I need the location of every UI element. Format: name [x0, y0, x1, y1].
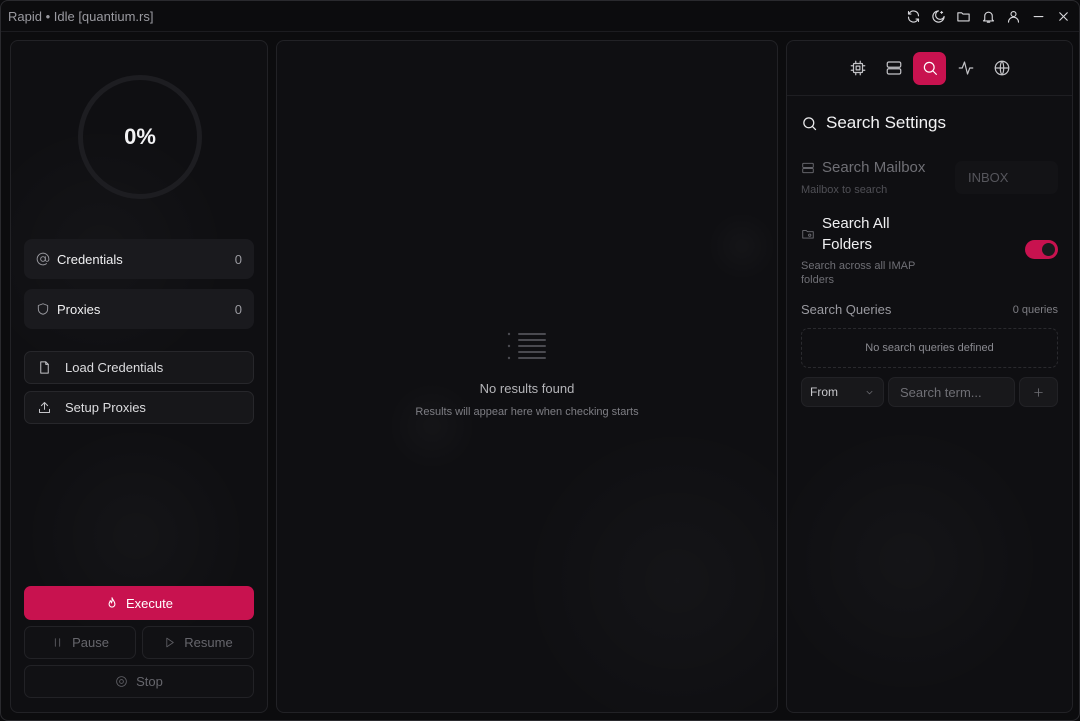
- search-all-folders-title: Search All Folders: [801, 213, 890, 255]
- refresh-icon[interactable]: [904, 7, 923, 26]
- execute-button[interactable]: Execute: [24, 586, 254, 620]
- play-icon: [166, 637, 175, 648]
- stop-button[interactable]: Stop: [24, 665, 254, 698]
- no-queries-placeholder: No search queries defined: [801, 328, 1058, 368]
- empty-title: No results found: [479, 381, 575, 396]
- background-blob: [517, 421, 777, 712]
- load-credentials-button[interactable]: Load Credentials: [24, 351, 254, 384]
- stop-circle-icon: [116, 676, 127, 687]
- search-all-folders-desc-1: Search across all IMAP: [801, 260, 916, 272]
- search-queries-header: Search Queries 0 queries: [801, 302, 1058, 317]
- credentials-stat: Credentials 0: [24, 239, 254, 279]
- proxies-stat: Proxies 0: [24, 289, 254, 329]
- toggle-knob: [1042, 243, 1055, 256]
- search-all-folders-label-2: Folders: [822, 236, 873, 253]
- resume-button[interactable]: Resume: [142, 626, 254, 659]
- tab-server[interactable]: [877, 52, 910, 85]
- pause-label: Pause: [72, 635, 109, 650]
- folder-icon[interactable]: [954, 7, 973, 26]
- window-title: Rapid • Idle [quantium.rs]: [8, 9, 154, 24]
- chevron-down-icon: [866, 390, 873, 394]
- search-all-folders-toggle[interactable]: [1025, 240, 1058, 259]
- results-panel: No results found Results will appear her…: [276, 40, 778, 713]
- pause-icon: [54, 638, 61, 647]
- settings-heading-label: Search Settings: [826, 113, 947, 132]
- bell-icon[interactable]: [979, 7, 998, 26]
- setup-proxies-button[interactable]: Setup Proxies: [24, 391, 254, 424]
- file-icon: [37, 360, 53, 376]
- empty-state: No results found Results will appear her…: [277, 331, 777, 418]
- flame-icon: [108, 597, 116, 608]
- server-icon: [802, 162, 814, 173]
- background-blob: [707, 211, 777, 281]
- add-query-button[interactable]: [1019, 377, 1058, 407]
- load-credentials-label: Load Credentials: [65, 360, 164, 375]
- execute-label: Execute: [126, 595, 173, 611]
- upload-icon: [37, 400, 53, 416]
- resume-label: Resume: [184, 635, 233, 650]
- app-window: Rapid • Idle [quantium.rs] 0% Credential…: [0, 0, 1080, 721]
- query-field-value: From: [810, 385, 838, 399]
- settings-heading: Search Settings: [801, 113, 946, 133]
- search-term-input[interactable]: [888, 377, 1015, 407]
- folder-search-icon: [802, 230, 814, 239]
- at-icon: [36, 252, 50, 266]
- cpu-icon: [850, 60, 865, 76]
- search-icon: [803, 116, 817, 130]
- server-icon: [886, 61, 901, 75]
- settings-tabs: [787, 41, 1072, 96]
- credentials-label: Credentials: [57, 251, 123, 267]
- mailbox-input[interactable]: INBOX: [955, 161, 1058, 194]
- settings-panel: Search Settings Search Mailbox Mailbox t…: [786, 40, 1073, 713]
- control-panel: 0% Credentials 0 Proxies 0 Load Credenti…: [10, 40, 268, 713]
- theme-moon-icon[interactable]: [929, 7, 948, 26]
- activity-icon: [958, 61, 973, 75]
- search-mailbox-title: Search Mailbox: [801, 159, 925, 176]
- tab-globe[interactable]: [985, 52, 1018, 85]
- progress-ring: 0%: [78, 75, 202, 199]
- credentials-count: 0: [234, 251, 242, 267]
- empty-subtitle: Results will appear here when checking s…: [415, 406, 639, 418]
- search-mailbox-description: Mailbox to search: [801, 184, 888, 196]
- pause-button[interactable]: Pause: [24, 626, 136, 659]
- proxies-count: 0: [234, 301, 242, 317]
- plus-icon: [1034, 387, 1043, 397]
- search-queries-count: 0 queries: [1012, 303, 1058, 316]
- tab-activity[interactable]: [949, 52, 982, 85]
- title-bar: Rapid • Idle [quantium.rs]: [1, 1, 1079, 32]
- search-all-folders-description: Search across all IMAP folders: [801, 259, 915, 287]
- query-field-select[interactable]: From: [801, 377, 884, 407]
- shield-icon: [36, 302, 50, 316]
- background-blob: [787, 421, 1047, 701]
- close-icon[interactable]: [1054, 7, 1073, 26]
- search-icon: [923, 61, 937, 75]
- tab-search[interactable]: [913, 51, 946, 85]
- tab-cpu[interactable]: [841, 52, 874, 85]
- minimize-icon[interactable]: [1029, 7, 1048, 26]
- search-mailbox-label: Search Mailbox: [822, 159, 926, 176]
- setup-proxies-label: Setup Proxies: [65, 400, 146, 415]
- proxies-label: Proxies: [57, 301, 101, 317]
- progress-percent: 0%: [124, 124, 156, 149]
- search-queries-label: Search Queries: [801, 302, 892, 317]
- list-icon: [507, 331, 547, 361]
- stop-label: Stop: [136, 674, 163, 689]
- user-icon[interactable]: [1004, 7, 1023, 26]
- search-all-folders-label-1: Search All: [822, 215, 890, 232]
- search-all-folders-desc-2: folders: [801, 274, 835, 286]
- title-bar-actions: [904, 7, 1073, 26]
- globe-icon: [994, 60, 1009, 76]
